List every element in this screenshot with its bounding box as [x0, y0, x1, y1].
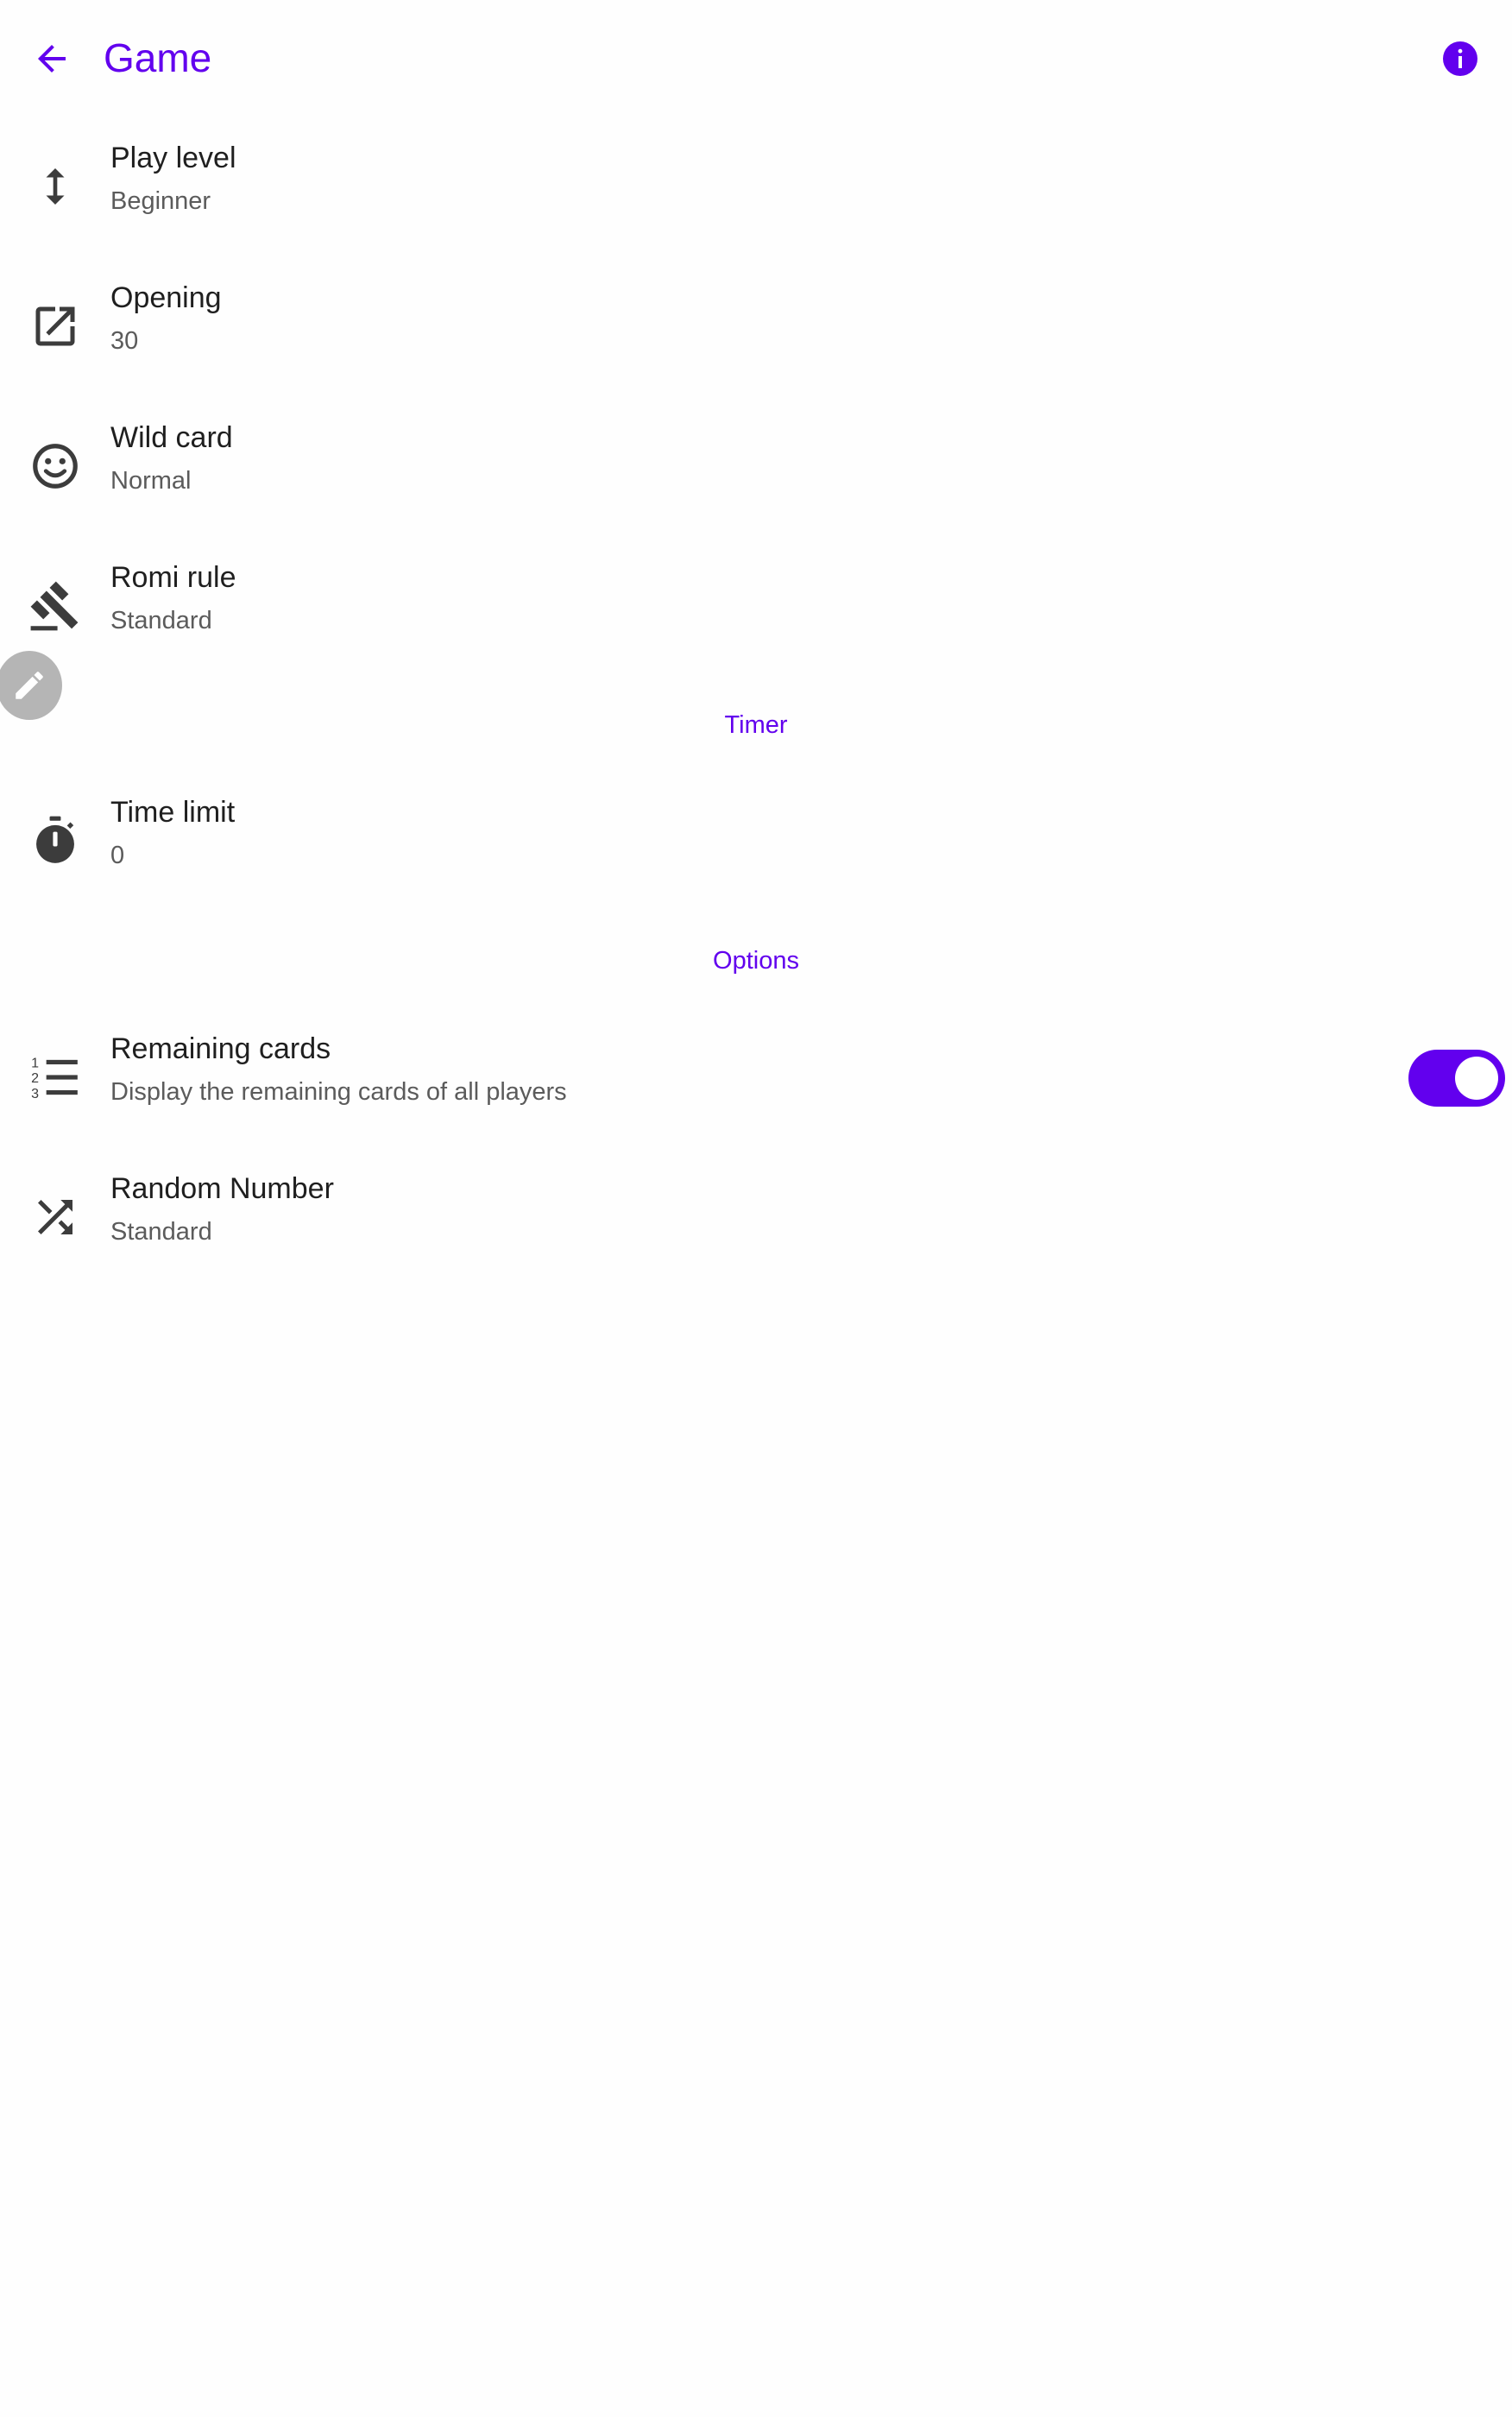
setting-random-number[interactable]: Random Number Standard	[0, 1148, 1512, 1286]
smiley-icon	[24, 435, 86, 497]
gavel-icon	[24, 575, 86, 637]
vertical-arrows-icon	[24, 155, 86, 218]
setting-random-number-title: Random Number	[110, 1172, 334, 1205]
svg-text:3: 3	[31, 1087, 39, 1101]
setting-remaining-cards[interactable]: 1 2 3 Remaining cards Display the remain…	[0, 1008, 1512, 1146]
options-section-header: Options	[713, 947, 799, 975]
setting-opening-title: Opening	[110, 281, 222, 314]
setting-time-limit-title: Time limit	[110, 796, 236, 829]
setting-romi-rule-summary: Standard	[110, 607, 212, 634]
setting-wild-card[interactable]: Wild card Normal	[0, 397, 1512, 535]
setting-play-level[interactable]: Play level Beginner	[0, 117, 1512, 256]
timer-icon	[24, 810, 86, 872]
app-bar: Game	[0, 0, 1512, 117]
timer-section-header: Timer	[724, 711, 788, 739]
shuffle-icon	[24, 1186, 86, 1248]
setting-romi-rule[interactable]: Romi rule Standard	[0, 537, 1512, 675]
arrow-back-icon	[38, 45, 66, 73]
setting-random-number-summary: Standard	[110, 1218, 212, 1246]
setting-remaining-cards-summary: Display the remaining cards of all playe…	[110, 1078, 567, 1106]
info-icon	[1443, 41, 1477, 76]
numbered-list-icon: 1 2 3	[24, 1046, 86, 1108]
remaining-cards-toggle[interactable]	[1408, 1050, 1505, 1107]
setting-romi-rule-title: Romi rule	[110, 561, 236, 594]
svg-text:2: 2	[31, 1071, 39, 1086]
open-in-new-icon	[24, 295, 86, 357]
setting-play-level-summary: Beginner	[110, 187, 211, 215]
pencil-icon	[16, 672, 43, 699]
info-button[interactable]	[1419, 21, 1502, 97]
setting-time-limit-summary: 0	[110, 842, 125, 869]
setting-opening-summary: 30	[110, 327, 139, 355]
setting-time-limit[interactable]: Time limit 0	[0, 772, 1512, 910]
back-button[interactable]	[21, 21, 83, 97]
svg-text:1: 1	[31, 1057, 39, 1071]
setting-wild-card-title: Wild card	[110, 421, 233, 454]
setting-remaining-cards-title: Remaining cards	[110, 1032, 331, 1065]
toggle-thumb	[1455, 1057, 1498, 1100]
page-title: Game	[104, 35, 212, 80]
setting-play-level-title: Play level	[110, 142, 236, 174]
setting-opening[interactable]: Opening 30	[0, 257, 1512, 395]
setting-wild-card-summary: Normal	[110, 467, 192, 495]
